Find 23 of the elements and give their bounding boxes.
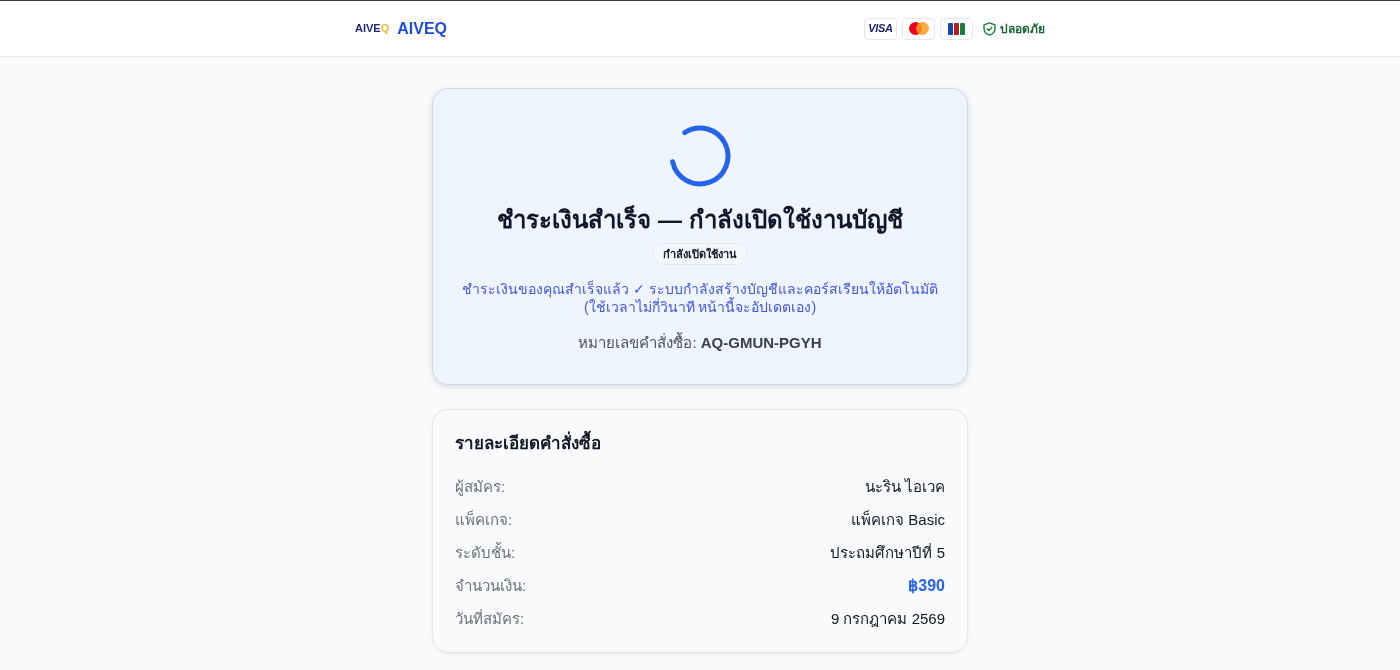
details-title: รายละเอียดคำสั่งซื้อ bbox=[455, 432, 945, 456]
tricolor-bars-icon bbox=[948, 22, 965, 35]
loading-spinner-icon bbox=[669, 125, 731, 187]
detail-label: จำนวนเงิน: bbox=[455, 576, 527, 596]
status-title: ชำระเงินสำเร็จ — กำลังเปิดใช้งานบัญชี bbox=[497, 204, 903, 236]
overlapping-circles-icon bbox=[908, 22, 929, 35]
order-number: หมายเลขคำสั่งซื้อ: AQ-GMUN-PGYH bbox=[578, 332, 822, 353]
detail-value: ประถมศึกษาปีที่ 5 bbox=[830, 542, 945, 563]
detail-value: ฿390 bbox=[908, 576, 945, 596]
card-brand-badge: VISA bbox=[864, 17, 897, 40]
status-message: ชำระเงินของคุณสำเร็จแล้ว ✓ ระบบกำลังสร้างบัญชีและคอร์สเรียนให้อัตโนมัติ (ใช้เวลาไม่กี่วินาที หน้านี้จะอัปเดตเอง) bbox=[461, 280, 939, 316]
detail-label: ผู้สมัคร: bbox=[455, 477, 506, 498]
detail-value: 9 กรกฎาคม 2569 bbox=[830, 609, 945, 629]
brand-name[interactable]: AIVEQ bbox=[397, 20, 448, 37]
shield-check-icon bbox=[983, 21, 996, 36]
security-label: ปลอดภัย bbox=[1000, 20, 1045, 38]
detail-value: แพ็คเกจ Basic bbox=[851, 509, 945, 530]
detail-label: วันที่สมัคร: bbox=[455, 608, 525, 629]
status-badge: กำลังเปิดใช้งาน bbox=[652, 243, 748, 265]
detail-label: ระดับชั้น: bbox=[455, 542, 516, 563]
detail-value: นะริน ไอเวค bbox=[864, 477, 945, 497]
detail-label: แพ็คเกจ: bbox=[455, 509, 513, 530]
brand-logo[interactable]: AIVEQ bbox=[355, 23, 390, 34]
